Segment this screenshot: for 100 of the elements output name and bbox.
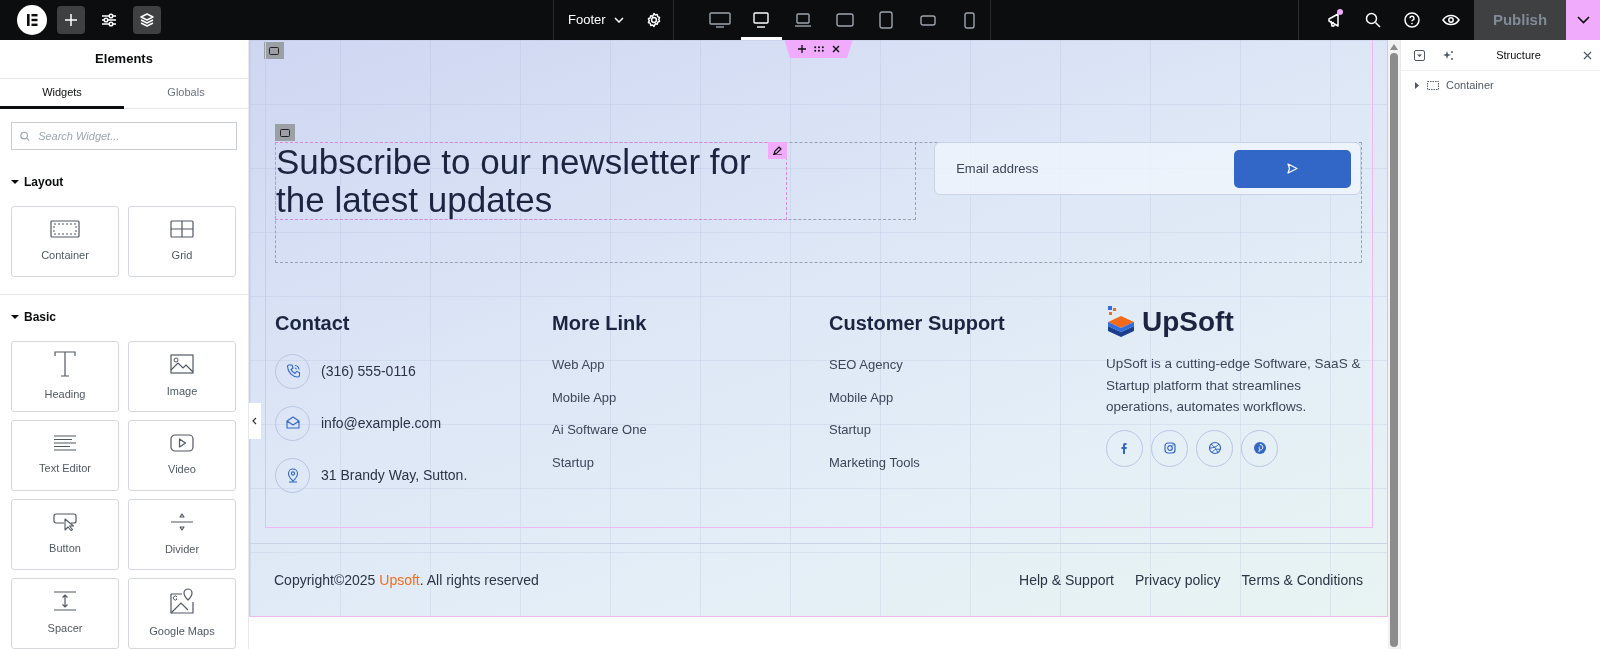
close-button[interactable] <box>1583 50 1592 60</box>
container-handle[interactable] <box>264 42 284 59</box>
heading-icon <box>54 350 76 377</box>
widget-card[interactable]: Google Maps <box>128 578 236 649</box>
widescreen-icon <box>708 12 731 28</box>
scroll-up-icon[interactable] <box>1390 44 1398 50</box>
contact-text: info@example.com <box>321 414 442 433</box>
contact-text: (316) 555-0116 <box>321 362 416 381</box>
mobile-icon <box>963 11 975 29</box>
brand-description: UpSoft is a cutting-edge Software, SaaS & Startup platform that streamlines operations, automates workflows. <box>1106 355 1362 416</box>
eye-icon <box>1441 14 1460 26</box>
laptop-icon <box>793 13 812 27</box>
container-icon <box>269 46 279 55</box>
grid-icon <box>170 219 194 238</box>
video-icon <box>170 433 194 452</box>
section-header[interactable]: Layout <box>0 172 75 192</box>
edit-button[interactable] <box>768 142 787 159</box>
pinterest-icon <box>1252 441 1267 455</box>
widget-card[interactable]: Spacer <box>11 578 119 649</box>
panel-tab[interactable]: Widgets <box>0 79 124 109</box>
send-icon <box>1287 163 1298 174</box>
column-heading: More Link <box>552 311 648 336</box>
instagram-icon <box>1162 441 1177 455</box>
newsletter-heading: Subscribe to our newsletter for the latest updates <box>276 142 751 219</box>
widget-card[interactable]: Text Editor <box>11 420 119 491</box>
widget-card[interactable]: Button <box>11 499 119 570</box>
column-heading: Customer Support <box>829 311 1006 336</box>
chevron-down-icon <box>1576 16 1590 24</box>
search-icon <box>20 130 31 142</box>
divider-icon <box>170 511 194 532</box>
add-button[interactable] <box>57 6 85 34</box>
container-icon <box>50 219 80 238</box>
footer-link[interactable]: Terms & Conditions <box>1241 570 1363 591</box>
sliders-icon <box>101 13 117 27</box>
spacer-icon <box>53 590 77 611</box>
panel-title: Elements <box>0 40 248 79</box>
container-icon <box>280 128 290 137</box>
layers-icon <box>139 12 155 28</box>
close-icon <box>1583 50 1592 60</box>
widget-card[interactable]: Video <box>128 420 236 491</box>
pencil-icon <box>773 146 782 155</box>
section-toolbar[interactable] <box>784 40 853 58</box>
plus-icon <box>64 13 78 27</box>
text-icon <box>53 434 77 451</box>
chevron-down-icon <box>613 17 624 23</box>
widget-card[interactable]: Container <box>11 206 119 277</box>
footer-link[interactable]: Startup <box>829 421 871 439</box>
chevron-left-icon <box>252 417 257 425</box>
desktop-icon <box>753 12 770 28</box>
logo-icon[interactable] <box>17 5 47 35</box>
layers-button[interactable] <box>133 6 161 34</box>
sparkle-icon <box>1443 49 1454 61</box>
collapse-icon <box>1414 49 1425 61</box>
email-field[interactable]: Email address <box>954 157 1234 180</box>
widget-card[interactable]: Grid <box>128 206 236 277</box>
publish-options-button[interactable] <box>1566 0 1600 40</box>
button-icon <box>53 512 77 531</box>
widget-handle[interactable] <box>275 124 295 141</box>
drag-dots-icon <box>813 46 824 52</box>
widget-card[interactable]: Heading <box>11 341 119 412</box>
copyright-text: Copyright©2025 Upsoft. All rights reserved <box>274 571 539 590</box>
tablet-icon <box>879 11 894 29</box>
settings-button[interactable] <box>645 12 662 28</box>
footer-link[interactable]: Marketing Tools <box>829 453 920 472</box>
subscribe-button[interactable] <box>1234 149 1351 188</box>
scrollbar-thumb[interactable] <box>1390 53 1398 647</box>
structure-title: Structure <box>1495 47 1542 63</box>
image-icon <box>170 353 194 374</box>
container-icon <box>1427 80 1439 90</box>
brand-name: UpSoft <box>1142 305 1234 339</box>
megaphone-icon <box>1326 12 1341 28</box>
close-icon <box>831 45 840 53</box>
help-icon <box>1403 12 1420 28</box>
map-icon <box>170 587 194 614</box>
footer-link[interactable]: Mobile App <box>552 388 617 407</box>
settings-icon <box>645 12 662 28</box>
subscribe-form[interactable]: Email address <box>934 142 1361 195</box>
panel-tab[interactable]: Globals <box>124 79 248 109</box>
mobilewide-icon <box>919 14 936 26</box>
tabletwide-icon <box>835 13 854 27</box>
search-bar[interactable]: Search Widget... <box>11 122 237 150</box>
contact-text: 31 Brandy Way, Sutton. <box>321 466 468 485</box>
widget-card[interactable]: Image <box>128 341 236 412</box>
footer-link[interactable]: Privacy policy <box>1135 570 1221 591</box>
section-header[interactable]: Basic <box>0 307 68 327</box>
footer-link[interactable]: Help & Support <box>1019 570 1114 591</box>
column-heading: Contact <box>275 311 351 336</box>
dribbble-icon <box>1207 441 1222 455</box>
footer-link[interactable]: Startup <box>552 453 594 472</box>
footer-link[interactable]: Ai Software One <box>552 421 647 439</box>
tree-item[interactable]: Container <box>1401 71 1507 100</box>
footer-link[interactable]: Web App <box>552 356 605 374</box>
footer-link[interactable]: Mobile App <box>829 388 894 407</box>
collapse-all-button[interactable] <box>1414 49 1425 61</box>
ai-button[interactable] <box>1443 49 1454 61</box>
search-field[interactable]: Search Widget... <box>36 126 228 146</box>
widget-card[interactable]: Divider <box>128 499 236 570</box>
footer-link[interactable]: SEO Agency <box>829 356 903 374</box>
plus-icon <box>797 45 806 53</box>
document-dropdown[interactable]: Footer <box>568 10 624 30</box>
